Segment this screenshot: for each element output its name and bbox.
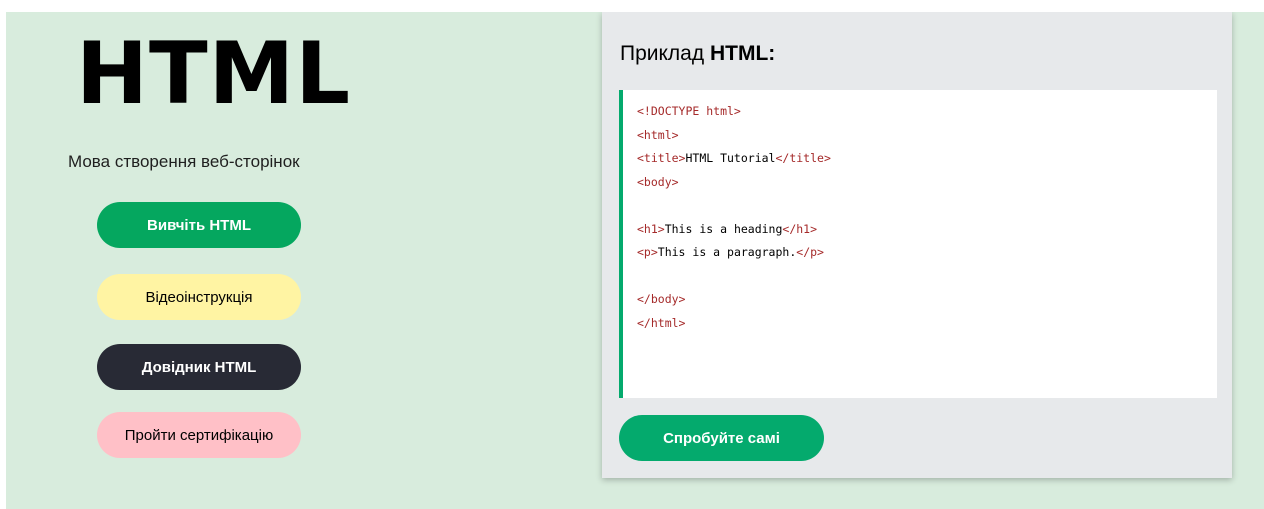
code-line: <!DOCTYPE html> xyxy=(637,100,831,124)
code-line: <html> xyxy=(637,124,831,148)
code-tag: </body> xyxy=(637,292,686,306)
hero-section: HTML Мова створення веб-сторінок Вивчіть… xyxy=(6,12,1264,509)
video-tutorial-button[interactable]: Відеоінструкція xyxy=(97,274,301,320)
code-tag: <title> xyxy=(637,151,686,165)
code-tag: </html> xyxy=(637,315,686,330)
page-title: HTML xyxy=(76,24,352,124)
get-certified-button[interactable]: Пройти сертифікацію xyxy=(97,412,301,458)
page-subtitle: Мова створення веб-сторінок xyxy=(68,152,300,171)
code-text: HTML Tutorial xyxy=(685,151,776,165)
code-text: This is a heading xyxy=(664,221,783,236)
code-example: <!DOCTYPE html> <html> <title>HTML Tutoria… xyxy=(619,90,1217,398)
code-line: </body> xyxy=(637,288,831,312)
code-lines: <!DOCTYPE html> <html> <title>HTML Tutoria… xyxy=(637,100,831,335)
try-it-yourself-button[interactable]: Спробуйте самі xyxy=(619,415,824,461)
example-title: Приклад HTML: xyxy=(620,42,775,66)
example-title-prefix: Приклад xyxy=(620,42,705,65)
code-tag: </title> xyxy=(775,151,831,165)
example-title-bold: HTML: xyxy=(709,42,776,65)
code-tag: <html> xyxy=(637,127,679,142)
code-line: </html> xyxy=(637,312,831,336)
code-text: This is a paragraph. xyxy=(657,245,797,259)
code-line-blank: ​ xyxy=(637,265,831,289)
code-line: <p>This is a paragraph.</p> xyxy=(637,241,831,265)
code-line: <h1>This is a heading</h1> xyxy=(637,218,831,242)
learn-html-button[interactable]: Вивчіть HTML xyxy=(97,202,301,248)
code-tag: </p> xyxy=(796,245,824,259)
code-tag: <body> xyxy=(637,174,679,189)
code-tag: <p> xyxy=(637,245,658,259)
code-line: <title>HTML Tutorial</title> xyxy=(637,147,831,171)
code-line-blank: ​ xyxy=(637,194,831,218)
example-card: Приклад HTML: <!DOCTYPE html> <html> <titl… xyxy=(602,12,1232,478)
html-reference-button[interactable]: Довідник HTML xyxy=(97,344,301,390)
code-tag: <!DOCTYPE html> xyxy=(637,104,741,118)
code-line: <body> xyxy=(637,171,831,195)
code-tag: <h1> xyxy=(637,221,665,236)
code-tag: </h1> xyxy=(782,221,818,236)
